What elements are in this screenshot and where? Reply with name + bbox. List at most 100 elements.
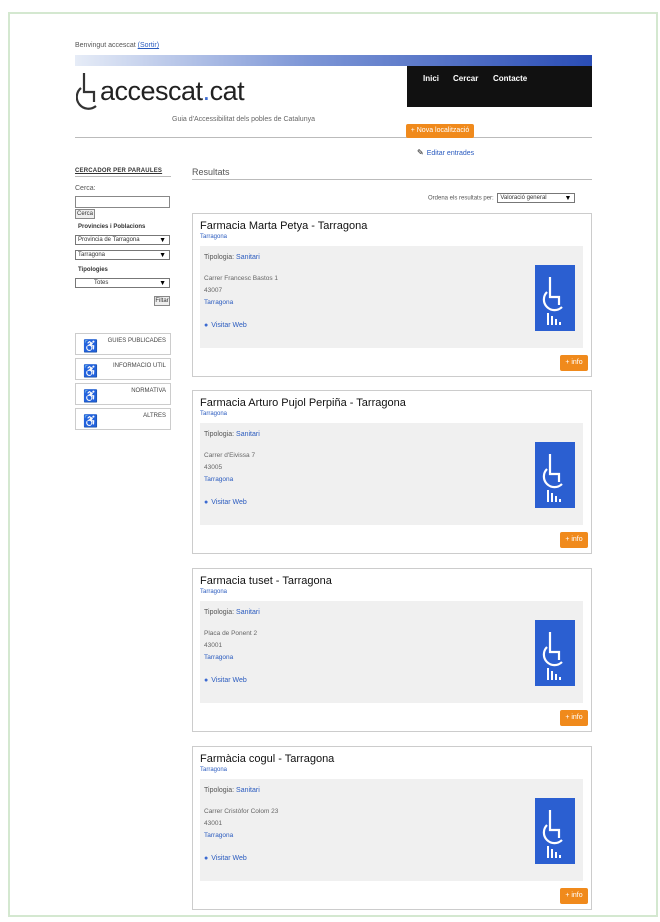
more-info-button[interactable]: + info [560,532,588,548]
results-divider [192,179,592,180]
address-town[interactable]: Tarragona [204,652,257,664]
wheelchair-logo-icon [76,73,97,110]
result-tipologia: Tipologia: Sanitari [204,787,260,794]
globe-icon: ● [204,322,209,329]
main-nav: Inici Cercar Contacte [407,66,592,107]
result-details: Tipologia: Sanitari Placa de Ponent 2 43… [200,601,583,703]
result-city[interactable]: Tarragona [200,589,227,595]
result-address: Carrer Francesc Bastos 1 43007 Tarragona [204,273,278,309]
address-town[interactable]: Tarragona [204,297,278,309]
tipologia-link[interactable]: Sanitari [236,431,260,438]
accessibility-badge-icon [535,798,575,864]
more-info-button[interactable]: + info [560,355,588,371]
result-name[interactable]: Farmàcia cogul - Tarragona [200,753,334,765]
tipologies-title: Tipologies [78,267,108,273]
poblacio-select[interactable]: Tarragona ▼ [75,250,170,260]
address-zip: 43001 [204,642,223,649]
result-details: Tipologia: Sanitari Carrer d'Eivissa 7 4… [200,423,583,525]
sortir-link[interactable]: (Sortir) [138,42,159,49]
provincia-select[interactable]: Provincia de Tarragona ▼ [75,235,170,245]
wheelchair-icon: ♿ [83,364,98,378]
address-zip: 43005 [204,464,223,471]
results-title: Resultats [192,167,230,177]
result-name[interactable]: Farmacia tuset - Tarragona [200,575,332,587]
wheelchair-icon [542,277,563,325]
address-town[interactable]: Tarragona [204,474,255,486]
sidebar-divider [75,176,171,177]
tipologia-link[interactable]: Sanitari [236,254,260,261]
wheelchair-icon [542,810,563,858]
address-street: Carrer Francesc Bastos 1 [204,275,279,282]
sidebar-item-label: GUIES PUBLICADES [107,338,166,344]
wheelchair-icon: ♿ [83,414,98,428]
result-address: Carrer d'Eivissa 7 43005 Tarragona [204,450,255,486]
result-city[interactable]: Tarragona [200,767,227,773]
visitar-web-link[interactable]: ● Visitar Web [204,499,247,506]
wheelchair-icon: ♿ [83,389,98,403]
address-street: Carrer Cristòfor Colom 23 [204,808,279,815]
wheelchair-icon [542,454,563,502]
result-card: Farmacia Arturo Pujol Perpiña - Tarragon… [192,390,592,554]
wheelchair-icon [542,632,563,680]
cerca-label: Cerca: [75,185,96,192]
globe-icon: ● [204,855,209,862]
editar-entrades-link[interactable]: ✎ Editar entrades [417,148,474,157]
accessibility-badge-icon [535,620,575,686]
result-tipologia: Tipologia: Sanitari [204,609,260,616]
nav-inici[interactable]: Inici [423,74,439,83]
ordena-select[interactable]: Valoració general ▼ [497,193,576,203]
result-city[interactable]: Tarragona [200,234,227,240]
address-town[interactable]: Tarragona [204,830,278,842]
result-card: Farmacia Marta Petya - Tarragona Tarrago… [192,213,592,377]
nav-contacte[interactable]: Contacte [493,74,527,83]
filtrar-button[interactable]: Filtar [154,296,170,306]
sidebar-item-normativa[interactable]: ♿ NORMATIVA [75,383,171,405]
more-info-button[interactable]: + info [560,710,588,726]
sidebar-title: CERCADOR PER PARAULES [75,168,163,174]
nova-localitzacio-button[interactable]: + Nova localització [406,124,474,138]
sidebar-item-label: INFORMACIO UTIL [112,363,166,369]
more-info-button[interactable]: + info [560,888,588,904]
result-card: Farmàcia cogul - Tarragona Tarragona Tip… [192,746,592,910]
header-divider [75,137,592,138]
sidebar-item-guies[interactable]: ♿ GUIES PUBLICADES [75,333,171,355]
result-name[interactable]: Farmacia Arturo Pujol Perpiña - Tarragon… [200,397,406,409]
sidebar-item-label: NORMATIVA [131,388,166,394]
sidebar-item-informacio[interactable]: ♿ INFORMACIO UTIL [75,358,171,380]
result-name[interactable]: Farmacia Marta Petya - Tarragona [200,220,367,232]
welcome-text: Benvingut accescat (Sortir) [75,42,160,49]
globe-icon: ● [204,677,209,684]
result-address: Carrer Cristòfor Colom 23 43001 Tarragon… [204,806,278,842]
sidebar-item-altres[interactable]: ♿ ALTRES [75,408,171,430]
address-street: Carrer d'Eivissa 7 [204,452,256,459]
wheelchair-icon: ♿ [83,339,98,353]
tipologia-link[interactable]: Sanitari [236,787,260,794]
tipologia-link[interactable]: Sanitari [236,609,260,616]
address-street: Placa de Ponent 2 [204,630,258,637]
address-zip: 43001 [204,820,223,827]
result-card: Farmacia tuset - Tarragona Tarragona Tip… [192,568,592,732]
header-gradient-bar [75,55,592,66]
result-tipologia: Tipologia: Sanitari [204,254,260,261]
result-address: Placa de Ponent 2 43001 Tarragona [204,628,257,664]
tipologia-select[interactable]: Totes ▼ [75,278,170,288]
nav-cercar[interactable]: Cercar [453,74,478,83]
cerca-button[interactable]: Cerca [75,209,95,219]
result-details: Tipologia: Sanitari Carrer Francesc Bast… [200,246,583,348]
sidebar-item-label: ALTRES [143,413,166,419]
site-tagline: Guia d'Accessibilitat dels pobles de Cat… [172,116,315,123]
visitar-web-link[interactable]: ● Visitar Web [204,322,247,329]
globe-icon: ● [204,499,209,506]
provincies-title: Provincies i Poblacions [78,224,146,230]
result-details: Tipologia: Sanitari Carrer Cristòfor Col… [200,779,583,881]
visitar-web-link[interactable]: ● Visitar Web [204,855,247,862]
chevron-down-icon: ▼ [159,280,166,287]
site-logo[interactable]: accescat.cat [100,76,245,107]
chevron-down-icon: ▼ [159,252,166,259]
result-tipologia: Tipologia: Sanitari [204,431,260,438]
accessibility-badge-icon [535,442,575,508]
visitar-web-link[interactable]: ● Visitar Web [204,677,247,684]
cerca-input[interactable] [75,196,170,208]
pencil-icon: ✎ [417,148,424,157]
result-city[interactable]: Tarragona [200,411,227,417]
